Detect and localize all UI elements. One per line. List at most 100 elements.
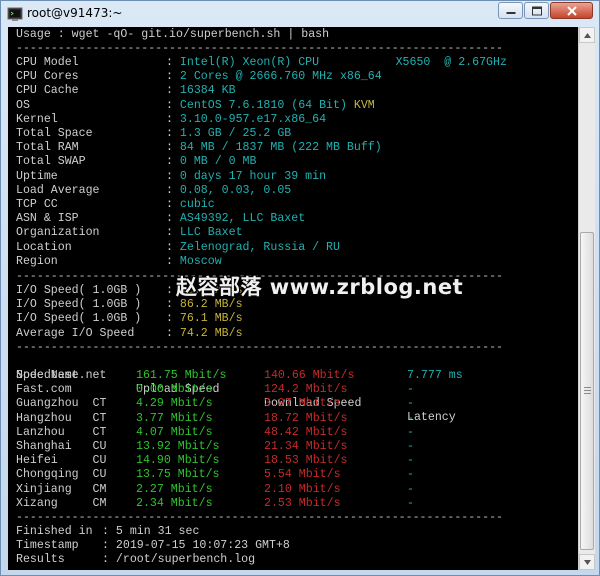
colon-separator: : — [102, 539, 116, 553]
system-label: Total SWAP — [16, 155, 86, 169]
io-label: Average I/O Speed — [16, 326, 135, 340]
scroll-up-button[interactable] — [579, 27, 595, 43]
footer-row: Finished in: 5 min 31 sec — [16, 525, 199, 539]
scrollbar-thumb[interactable] — [580, 232, 594, 550]
system-row: ASN & ISP: AS49392, LLC Baxet — [16, 212, 305, 226]
latency: 7.777 ms — [407, 369, 463, 382]
colon-separator: : — [166, 198, 180, 211]
system-value: 3.10.0-957.e17.x86_64 — [179, 112, 327, 126]
system-value: 84 MB / 1837 MB (222 MB Buff) — [179, 141, 382, 155]
node-name: Xinjiang CM — [16, 482, 107, 496]
system-label: Load Average — [16, 183, 100, 197]
terminal-window: root@v91473:~ Usage : wget -qO- git.io/s… — [0, 0, 600, 576]
maximize-icon — [531, 6, 542, 15]
system-value: Intel(R) Xeon(R) CPU X5650 @ 2.67GHz — [179, 56, 507, 69]
upload-speed: 13.92 Mbit/s — [136, 440, 220, 453]
io-row: I/O Speed( 1.0GB ): 76.1 MB/s — [16, 312, 243, 326]
scroll-down-button[interactable] — [579, 554, 595, 570]
colon-separator: : — [166, 169, 180, 183]
close-icon — [566, 5, 577, 16]
title-bar[interactable]: root@v91473:~ — [1, 1, 599, 27]
colon-separator: : — [166, 98, 180, 112]
download-speed: 124.2 Mbit/s — [264, 383, 348, 397]
node-name: Heifei CU — [16, 454, 107, 468]
system-value: 16384 KB — [179, 84, 236, 98]
io-label: I/O Speed( 1.0GB ) — [16, 284, 142, 297]
system-label: Total RAM — [16, 141, 79, 155]
system-row: TCP CC: cubic — [16, 198, 215, 212]
maximize-button[interactable] — [524, 2, 549, 19]
download-speed: 18.72 Mbit/s — [264, 411, 348, 425]
download-speed: 3.97 Mbit/s — [264, 397, 341, 411]
download-speed: 18.53 Mbit/s — [264, 454, 348, 468]
io-row: Average I/O Speed: 74.2 MB/s — [16, 327, 243, 341]
colon-separator: : — [166, 212, 180, 226]
system-value: 0.08, 0.03, 0.05 — [179, 183, 292, 197]
colon-separator: : — [166, 226, 180, 240]
footer-row: Timestamp: 2019-07-15 10:07:23 GMT+8 — [16, 539, 290, 553]
io-label: I/O Speed( 1.0GB ) — [16, 312, 142, 326]
system-row: Load Average: 0.08, 0.03, 0.05 — [16, 184, 291, 198]
upload-speed: 4.07 Mbit/s — [136, 425, 213, 439]
system-label: Location — [16, 240, 72, 254]
system-value: LLC Baxet — [179, 226, 243, 240]
upload-speed: 4.29 Mbit/s — [136, 397, 213, 411]
system-row: CPU Model: Intel(R) Xeon(R) CPU X5650 @ … — [16, 56, 507, 70]
colon-separator: : — [166, 254, 180, 268]
system-row: Region: Moscow — [16, 255, 222, 269]
node-name: Lanzhou CT — [16, 425, 107, 439]
colon-separator: : — [102, 553, 116, 567]
arrow-up-icon — [584, 33, 591, 38]
system-label: Uptime — [16, 169, 58, 183]
system-row: CPU Cores: 2 Cores @ 2666.760 MHz x86_64 — [16, 70, 382, 84]
usage-line: Usage : wget -qO- git.io/superbench.sh |… — [16, 28, 330, 41]
system-value: 2 Cores @ 2666.760 MHz x86_64 — [179, 70, 382, 84]
io-label: I/O Speed( 1.0GB ) — [16, 298, 142, 312]
upload-speed: 3.77 Mbit/s — [136, 411, 213, 425]
colon-separator: : — [166, 312, 180, 326]
node-name: Fast.com — [16, 383, 72, 397]
minimize-button[interactable] — [498, 2, 523, 19]
colon-separator: : — [166, 183, 180, 197]
node-name: Hangzhou CT — [16, 411, 107, 425]
latency: - — [407, 397, 414, 411]
system-row: Location: Zelenograd, Russia / RU — [16, 241, 340, 255]
download-speed: 140.66 Mbit/s — [264, 369, 355, 382]
system-row: Uptime: 0 days 17 hour 39 min — [16, 170, 326, 184]
terminal-output[interactable]: Usage : wget -qO- git.io/superbench.sh |… — [8, 27, 578, 570]
separator: ----------------------------------------… — [16, 511, 504, 524]
upload-speed: 161.75 Mbit/s — [136, 369, 227, 382]
io-value: 74.2 MB/s — [179, 326, 243, 340]
upload-speed: 13.75 Mbit/s — [136, 468, 220, 482]
upload-speed: 14.90 Mbit/s — [136, 454, 220, 468]
system-value: 0 days 17 hour 39 min — [179, 169, 327, 183]
system-label: CPU Model — [16, 56, 79, 69]
system-label: Region — [16, 254, 58, 268]
header-latency: Latency — [407, 411, 456, 424]
vertical-scrollbar[interactable] — [578, 27, 595, 570]
system-value: AS49392, LLC Baxet — [179, 212, 306, 226]
window-title: root@v91473:~ — [27, 6, 123, 20]
latency: - — [407, 454, 414, 468]
system-label: ASN & ISP — [16, 212, 79, 226]
colon-separator: : — [166, 127, 180, 140]
footer-label: Timestamp — [16, 539, 79, 553]
system-value: cubic — [179, 198, 215, 211]
system-label: Organization — [16, 226, 100, 240]
system-row: CPU Cache: 16384 KB — [16, 84, 236, 98]
colon-separator: : — [166, 56, 180, 69]
system-value: 0 MB / 0 MB — [179, 155, 257, 169]
close-button[interactable] — [550, 2, 593, 19]
system-label: Kernel — [16, 112, 58, 126]
footer-value: /root/superbench.log — [115, 553, 256, 567]
system-row: Kernel: 3.10.0-957.e17.x86_64 — [16, 113, 326, 127]
colon-separator: : — [166, 141, 180, 155]
colon-separator: : — [102, 525, 116, 538]
system-row: Total Space: 1.3 GB / 25.2 GB — [16, 127, 291, 141]
node-name: Shanghai CU — [16, 440, 107, 453]
upload-speed: 2.27 Mbit/s — [136, 482, 213, 496]
latency: - — [407, 482, 414, 496]
system-value: 1.3 GB / 25.2 GB — [179, 127, 292, 140]
footer-value: 2019-07-15 10:07:23 GMT+8 — [115, 539, 290, 553]
system-row: Organization: LLC Baxet — [16, 226, 243, 240]
